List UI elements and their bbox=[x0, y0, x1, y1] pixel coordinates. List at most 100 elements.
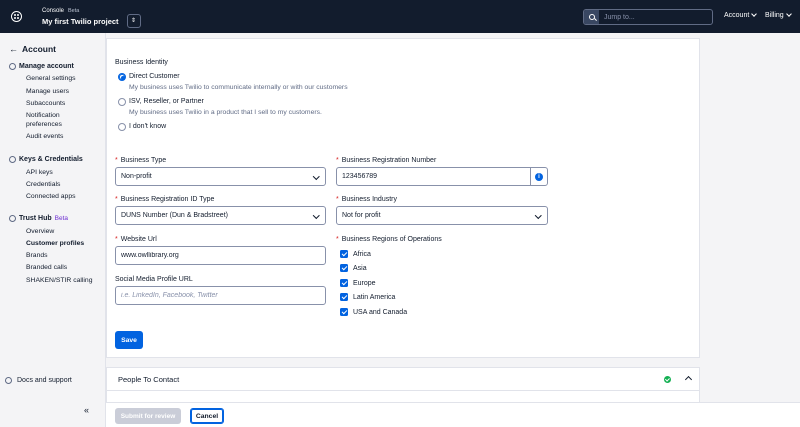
section-keys-credentials[interactable]: Keys & Credentials bbox=[9, 156, 83, 163]
checkbox-label: Asia bbox=[353, 264, 367, 272]
required-marker: * bbox=[336, 196, 339, 203]
field-label: Business Type bbox=[120, 157, 167, 164]
field-label: Business Regions of Operations bbox=[341, 236, 442, 243]
section-title: People To Contact bbox=[118, 375, 180, 384]
back-label: Account bbox=[22, 44, 56, 54]
registration-number-field[interactable]: i bbox=[336, 167, 548, 186]
registration-number-input[interactable] bbox=[342, 173, 537, 180]
business-industry-label: * Business Industry bbox=[336, 196, 397, 203]
sidebar-item-manage-users[interactable]: Manage users bbox=[26, 88, 69, 95]
section-title: Trust Hub bbox=[19, 215, 52, 222]
region-checkbox-asia[interactable]: Asia bbox=[340, 264, 367, 272]
sidebar-item-label: Notification bbox=[26, 112, 60, 119]
submit-for-review-button[interactable]: Submit for review bbox=[115, 408, 181, 424]
required-marker: * bbox=[115, 196, 118, 203]
search-icon bbox=[588, 14, 595, 20]
checkbox-checked-icon[interactable] bbox=[340, 264, 348, 272]
website-url-field[interactable] bbox=[115, 246, 326, 265]
required-marker: * bbox=[115, 157, 118, 164]
business-type-select[interactable]: Non-profit bbox=[115, 167, 326, 186]
sidebar-item-brands[interactable]: Brands bbox=[26, 252, 48, 259]
beta-badge: Beta bbox=[68, 7, 80, 14]
collapse-sidebar-icon[interactable]: « bbox=[84, 405, 89, 415]
registration-number-label: * Business Registration Number bbox=[336, 157, 436, 164]
search-icon-button[interactable] bbox=[584, 10, 599, 24]
checkbox-checked-icon[interactable] bbox=[340, 293, 348, 301]
select-value: Not for profit bbox=[342, 212, 381, 219]
field-label: Business Industry bbox=[341, 196, 397, 203]
section-title: Manage account bbox=[19, 63, 74, 70]
business-regions-label: * Business Regions of Operations bbox=[336, 236, 442, 243]
back-to-account-link[interactable]: ← Account bbox=[9, 44, 56, 54]
project-switcher-button[interactable]: ⇕ bbox=[126, 13, 141, 28]
cancel-button[interactable]: Cancel bbox=[190, 408, 224, 424]
social-media-field[interactable] bbox=[115, 286, 326, 305]
section-manage-account[interactable]: Manage account bbox=[9, 63, 74, 70]
business-type-label: * Business Type bbox=[115, 157, 166, 164]
search-box[interactable] bbox=[583, 9, 713, 25]
radio-label: ISV, Reseller, or Partner bbox=[129, 98, 204, 105]
radio-description: My business uses Twilio to communicate i… bbox=[129, 84, 348, 91]
checkbox-label: Europe bbox=[353, 279, 376, 287]
social-media-input[interactable] bbox=[121, 292, 315, 299]
sidebar-item-connected-apps[interactable]: Connected apps bbox=[26, 193, 76, 200]
search-input[interactable] bbox=[604, 13, 704, 21]
sidebar-item-subaccounts[interactable]: Subaccounts bbox=[26, 100, 65, 107]
business-industry-select[interactable]: Not for profit bbox=[336, 206, 548, 225]
billing-menu[interactable]: Billing bbox=[765, 11, 792, 19]
website-url-input[interactable] bbox=[121, 252, 315, 259]
sidebar-item-branded-calls[interactable]: Branded calls bbox=[26, 264, 67, 271]
region-checkbox-europe[interactable]: Europe bbox=[340, 279, 376, 287]
radio-label: I don't know bbox=[129, 123, 167, 130]
save-button[interactable]: Save bbox=[115, 331, 143, 349]
billing-menu-label: Billing bbox=[765, 12, 784, 19]
info-button[interactable]: i bbox=[530, 168, 547, 185]
radio-direct-customer[interactable] bbox=[118, 73, 126, 81]
sidebar-item-audit-events[interactable]: Audit events bbox=[26, 133, 63, 140]
sidebar-item-shaken-stir-calling[interactable]: SHAKEN/STIR calling bbox=[26, 277, 92, 284]
business-info-card: Business Identity Direct Customer My bus… bbox=[106, 38, 700, 358]
main-content: Business Identity Direct Customer My bus… bbox=[106, 33, 800, 427]
section-trust-hub[interactable]: Trust Hub Beta bbox=[9, 215, 68, 222]
sidebar-item-general-settings[interactable]: General settings bbox=[26, 75, 76, 82]
checkbox-label: Africa bbox=[353, 250, 371, 258]
radio-label: Direct Customer bbox=[129, 73, 180, 80]
select-value: Non-profit bbox=[121, 173, 152, 180]
chevron-up-icon[interactable] bbox=[684, 375, 693, 384]
account-menu-label: Account bbox=[724, 12, 750, 19]
region-checkbox-africa[interactable]: Africa bbox=[340, 250, 371, 258]
field-label: Website Url bbox=[120, 236, 157, 243]
chevron-down-icon bbox=[785, 11, 792, 17]
checkbox-label: Latin America bbox=[353, 293, 396, 301]
field-label: Business Registration Number bbox=[341, 157, 437, 164]
checkbox-checked-icon[interactable] bbox=[340, 250, 348, 258]
region-checkbox-usa-canada[interactable]: USA and Canada bbox=[340, 308, 407, 316]
docs-label: Docs and support bbox=[17, 377, 72, 384]
sidebar-item-api-keys[interactable]: API keys bbox=[26, 169, 53, 176]
sidebar-item-overview[interactable]: Overview bbox=[26, 228, 54, 235]
bottom-action-bar: Submit for review Cancel bbox=[106, 402, 800, 427]
docs-and-support-link[interactable]: Docs and support bbox=[5, 377, 72, 384]
checkbox-checked-icon[interactable] bbox=[340, 308, 348, 316]
sidebar-item-customer-profiles[interactable]: Customer profiles bbox=[26, 240, 84, 247]
account-menu[interactable]: Account bbox=[724, 11, 758, 19]
required-marker: * bbox=[336, 157, 339, 164]
registration-id-type-label: * Business Registration ID Type bbox=[115, 196, 214, 203]
region-checkbox-latin-america[interactable]: Latin America bbox=[340, 293, 395, 301]
sidebar-item-credentials[interactable]: Credentials bbox=[26, 181, 60, 188]
registration-id-type-select[interactable]: DUNS Number (Dun & Bradstreet) bbox=[115, 206, 326, 225]
twilio-logo-icon[interactable] bbox=[0, 0, 33, 33]
section-title: Keys & Credentials bbox=[19, 156, 83, 163]
required-marker: * bbox=[336, 236, 339, 243]
radio-description: My business uses Twilio in a product tha… bbox=[129, 109, 322, 116]
checkbox-checked-icon[interactable] bbox=[340, 279, 348, 287]
info-icon: i bbox=[535, 172, 543, 181]
key-icon bbox=[9, 156, 16, 163]
radio-i-dont-know[interactable] bbox=[118, 123, 126, 131]
radio-isv-reseller-partner[interactable] bbox=[118, 98, 126, 106]
shield-icon bbox=[9, 215, 16, 222]
sidebar-item-notification-preferences[interactable]: Notification preferences bbox=[26, 112, 62, 128]
beta-badge: Beta bbox=[54, 215, 69, 222]
divider bbox=[107, 390, 699, 391]
project-info: Console Beta My first Twilio project bbox=[42, 8, 119, 26]
